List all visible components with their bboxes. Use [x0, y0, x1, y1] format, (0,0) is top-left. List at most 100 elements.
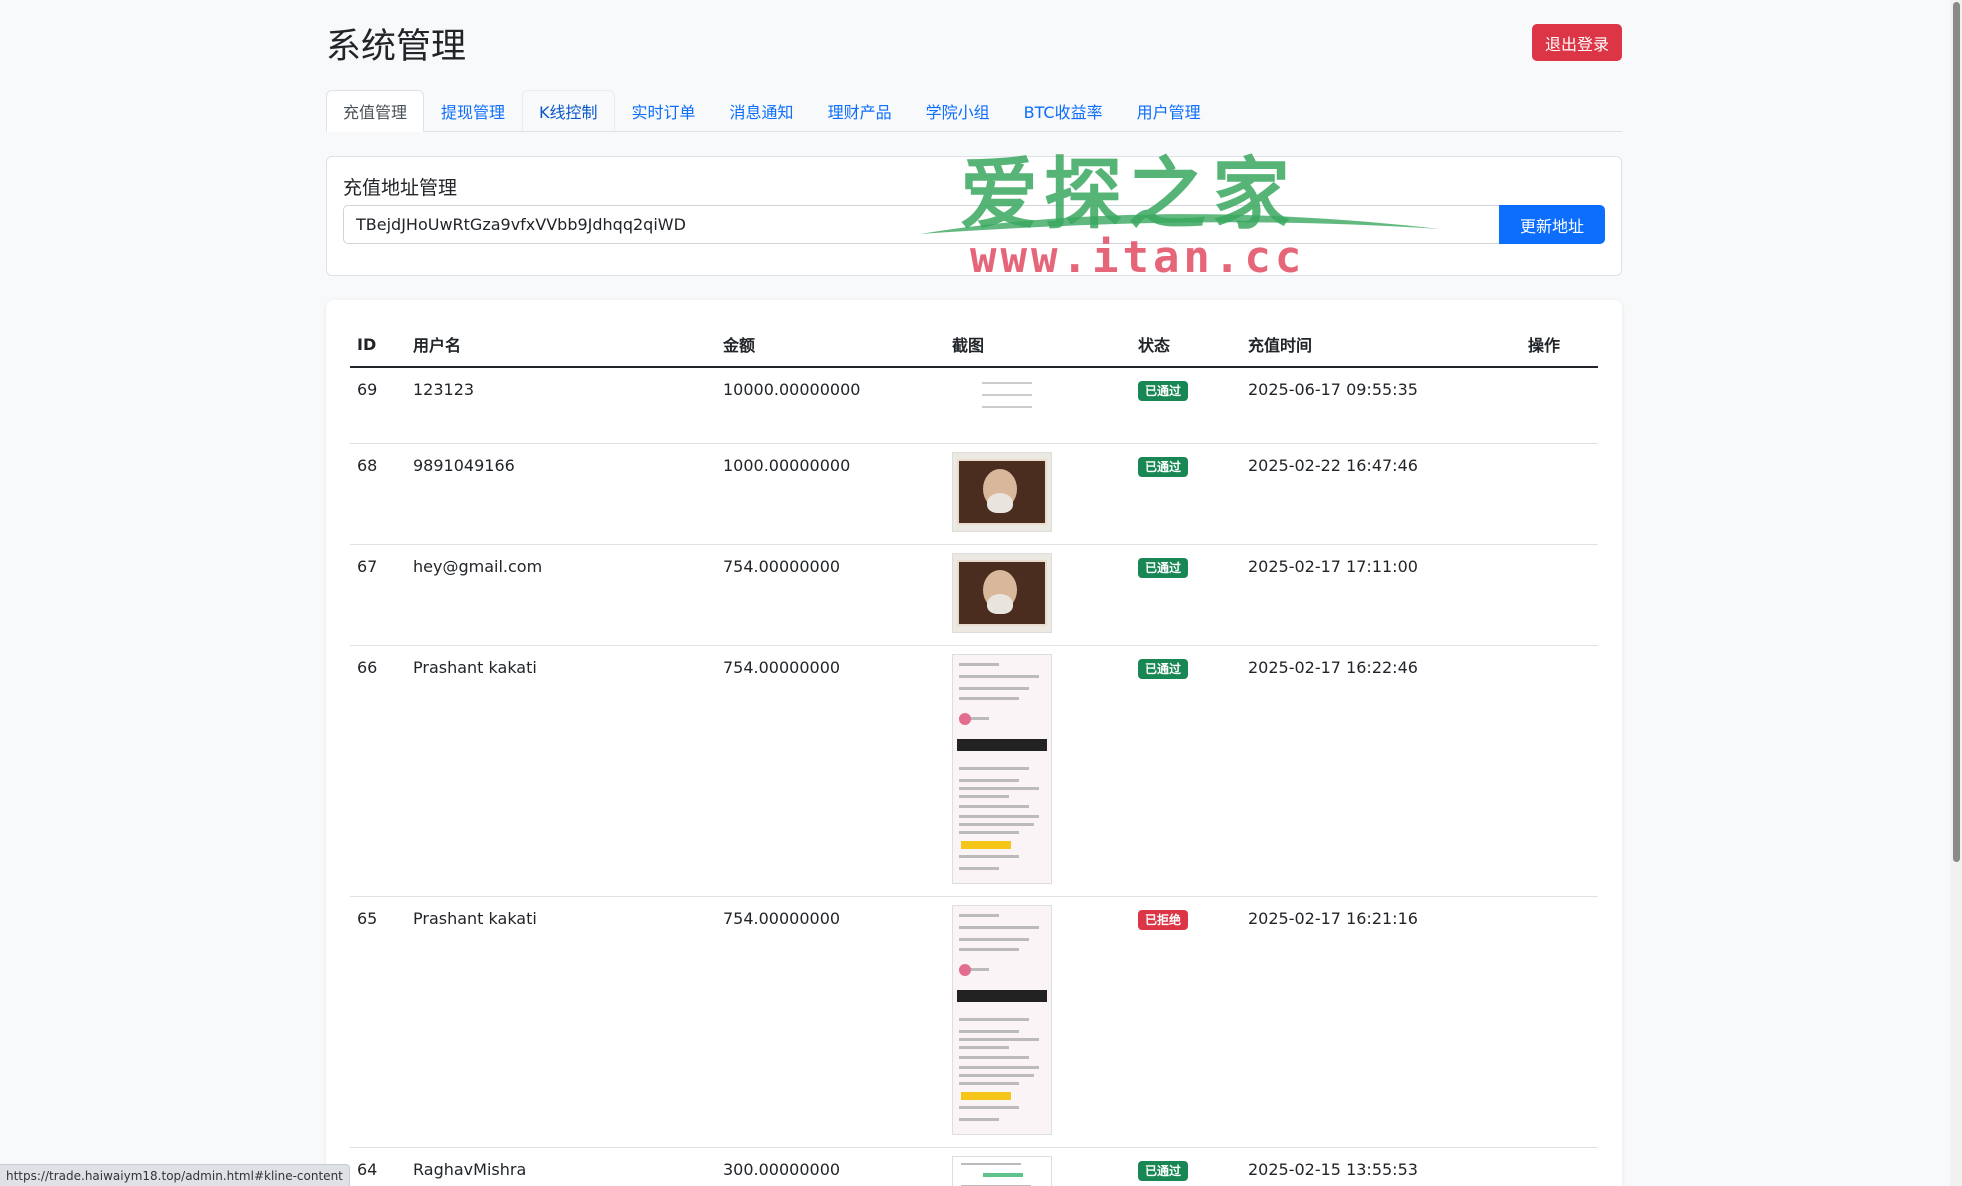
cell-status: 已通过 — [1131, 544, 1241, 646]
phone-text-line — [959, 855, 1019, 858]
screenshot-thumbnail[interactable] — [952, 654, 1052, 884]
tab-products[interactable]: 理财产品 — [811, 90, 909, 132]
cell-time: 2025-02-17 16:21:16 — [1241, 896, 1521, 1148]
cell-actions — [1521, 645, 1598, 897]
phone-text-line — [959, 767, 1029, 770]
phone-text-line — [959, 1018, 1029, 1021]
cell-username: 9891049166 — [406, 443, 716, 545]
cell-id: 67 — [350, 544, 406, 646]
receipt-amount-bar — [983, 1173, 1023, 1177]
cell-amount: 1000.00000000 — [716, 443, 945, 545]
phone-text-line — [959, 926, 1039, 929]
main-container: 系统管理 退出登录 充值管理 提现管理 K线控制 实时订单 消息通知 理财产品 … — [326, 0, 1622, 1186]
cell-status: 已通过 — [1131, 367, 1241, 444]
phone-text-line — [959, 1106, 1019, 1109]
tab-kline[interactable]: K线控制 — [522, 90, 615, 132]
cell-screenshot — [945, 645, 1131, 897]
phone-text-line — [959, 675, 1039, 678]
cell-username: 123123 — [406, 367, 716, 444]
screenshot-thumbnail[interactable] — [952, 376, 1052, 431]
tab-academy[interactable]: 学院小组 — [909, 90, 1007, 132]
recharge-table-card: ID 用户名 金额 截图 状态 充值时间 操作 69 123123 10000.00… — [326, 300, 1622, 1186]
page-title: 系统管理 — [326, 27, 467, 67]
status-badge: 已通过 — [1138, 659, 1189, 680]
cell-status: 已通过 — [1131, 645, 1241, 897]
cell-time: 2025-02-17 17:11:00 — [1241, 544, 1521, 646]
table-body: 69 123123 10000.00000000 已通过 2025-06-17 09:5… — [350, 367, 1598, 1186]
header-amount: 金额 — [716, 322, 945, 368]
address-title: 充值地址管理 — [343, 177, 458, 199]
status-badge: 已通过 — [1138, 1161, 1189, 1182]
tab-messages[interactable]: 消息通知 — [713, 90, 811, 132]
header-username: 用户名 — [406, 322, 716, 368]
phone-dark-banner — [957, 990, 1047, 1002]
status-badge: 已通过 — [1138, 457, 1189, 478]
screenshot-thumbnail[interactable] — [952, 553, 1052, 633]
phone-avatar — [959, 964, 971, 976]
header-actions: 操作 — [1521, 322, 1598, 368]
table-row: 64 RaghavMishra 300.00000000 已通过 2025-02-15 … — [350, 1147, 1598, 1186]
logout-button[interactable]: 退出登录 — [1531, 24, 1622, 61]
screenshot-thumbnail[interactable] — [952, 452, 1052, 532]
cell-id: 64 — [350, 1147, 406, 1186]
cell-username: Prashant kakati — [406, 645, 716, 897]
cell-screenshot — [945, 544, 1131, 646]
page-scrollbar[interactable] — [1950, 0, 1962, 1186]
cell-status: 已拒绝 — [1131, 896, 1241, 1148]
phone-text-line — [959, 1118, 999, 1121]
phone-avatar — [959, 713, 971, 725]
cell-time: 2025-02-17 16:22:46 — [1241, 645, 1521, 897]
cell-actions — [1521, 367, 1598, 444]
screenshot-text-line — [982, 394, 1032, 396]
tab-btc-yield[interactable]: BTC收益率 — [1007, 90, 1120, 132]
table-row: 65 Prashant kakati 754.00000000 已拒绝 2025-02-… — [350, 896, 1598, 1148]
phone-text-line — [959, 779, 1019, 782]
cell-actions — [1521, 443, 1598, 545]
tab-users[interactable]: 用户管理 — [1120, 90, 1218, 132]
phone-text-line — [959, 687, 1029, 690]
cell-amount: 754.00000000 — [716, 544, 945, 646]
scrollbar-thumb[interactable] — [1953, 2, 1960, 862]
status-badge: 已通过 — [1138, 381, 1189, 402]
phone-text-line — [959, 1030, 1019, 1033]
phone-text-line — [959, 1046, 1009, 1049]
phone-text-line — [959, 787, 1039, 790]
table-row: 68 9891049166 1000.00000000 已通过 2025-02-22 1… — [350, 443, 1598, 545]
screenshot-text-line — [982, 382, 1032, 384]
tab-orders[interactable]: 实时订单 — [615, 90, 713, 132]
phone-text-line — [959, 914, 999, 917]
phone-dark-banner — [957, 739, 1047, 751]
cell-amount: 754.00000000 — [716, 645, 945, 897]
phone-text-line — [959, 1066, 1039, 1069]
cell-actions — [1521, 896, 1598, 1148]
phone-text-line — [959, 867, 999, 870]
address-input[interactable] — [343, 205, 1499, 244]
screenshot-thumbnail[interactable] — [952, 905, 1052, 1135]
phone-text-line — [959, 1056, 1029, 1059]
cell-time: 2025-02-15 13:55:53 — [1241, 1147, 1521, 1186]
cell-screenshot — [945, 1147, 1131, 1186]
cell-id: 65 — [350, 896, 406, 1148]
page-header: 系统管理 退出登录 — [326, 0, 1622, 90]
phone-text-line — [959, 1038, 1039, 1041]
cell-actions — [1521, 1147, 1598, 1186]
phone-text-line — [959, 663, 999, 666]
phone-text-line — [959, 795, 1009, 798]
update-address-button[interactable]: 更新地址 — [1499, 205, 1605, 244]
table-row: 69 123123 10000.00000000 已通过 2025-06-17 09:5… — [350, 367, 1598, 444]
tab-recharge[interactable]: 充值管理 — [326, 90, 425, 132]
tab-withdraw[interactable]: 提现管理 — [424, 90, 522, 132]
header-id: ID — [350, 322, 406, 368]
address-input-group: 更新地址 — [343, 205, 1605, 244]
table-row: 66 Prashant kakati 754.00000000 已通过 2025-02-… — [350, 645, 1598, 897]
phone-yellow-button — [961, 1092, 1011, 1100]
phone-text-line — [959, 938, 1029, 941]
photo-beard — [987, 594, 1013, 614]
phone-text-line — [959, 697, 1019, 700]
cell-id: 68 — [350, 443, 406, 545]
cell-username: RaghavMishra — [406, 1147, 716, 1186]
status-badge: 已通过 — [1138, 558, 1189, 579]
cell-actions — [1521, 544, 1598, 646]
screenshot-thumbnail[interactable] — [952, 1156, 1052, 1186]
cell-username: Prashant kakati — [406, 896, 716, 1148]
